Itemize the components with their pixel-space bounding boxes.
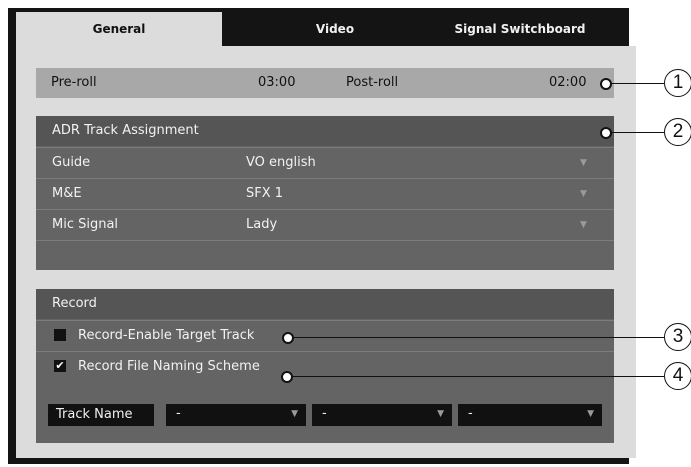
adr-row-mic-signal[interactable]: Mic Signal Lady ▼ [36,209,614,240]
chevron-down-icon: ▼ [437,409,444,419]
preroll-value[interactable]: 03:00 [258,75,295,90]
tab-signal-switchboard[interactable]: Signal Switchboard [420,12,620,46]
callout-2-dot [600,127,612,139]
me-value[interactable]: SFX 1 [246,186,283,201]
postroll-value[interactable]: 02:00 [549,75,586,90]
adr-track-assignment-section: ADR Track Assignment Guide VO english ▼ … [36,116,614,270]
tab-video[interactable]: Video [250,12,420,46]
chevron-down-icon[interactable]: ▼ [580,189,587,199]
mic-signal-value[interactable]: Lady [246,217,277,232]
chevron-down-icon[interactable]: ▼ [580,158,587,168]
callout-1: 1 [664,69,691,97]
preroll-label: Pre-roll [51,75,97,90]
record-enable-target-row[interactable]: Record-Enable Target Track [36,320,614,351]
record-section: Record Record-Enable Target Track ✔ Reco… [36,289,614,443]
callout-4-leader [293,376,664,377]
callout-3-dot [282,332,294,344]
callout-1-leader [612,83,664,84]
tab-general[interactable]: General [16,12,222,46]
adr-empty-row [36,240,614,271]
chevron-down-icon: ▼ [291,409,298,419]
record-enable-target-label[interactable]: Record-Enable Target Track [78,328,254,343]
callout-3-leader [294,337,664,338]
callout-2-leader [612,132,664,133]
track-name-label: Track Name [56,407,133,422]
chevron-down-icon: ▼ [587,409,594,419]
scheme-select-3-value: - [468,406,473,421]
record-section-title: Record [52,296,97,311]
scheme-select-2[interactable]: - ▼ [312,404,452,426]
chevron-down-icon[interactable]: ▼ [580,220,587,230]
record-enable-target-checkbox[interactable] [54,329,66,341]
scheme-select-2-value: - [322,406,327,421]
postroll-label: Post-roll [346,75,399,90]
callout-2: 2 [664,118,691,146]
scheme-select-3[interactable]: - ▼ [458,404,602,426]
scheme-select-1[interactable]: - ▼ [166,404,306,426]
adr-row-guide[interactable]: Guide VO english ▼ [36,147,614,178]
adr-section-header: ADR Track Assignment [36,116,614,146]
callout-1-dot [600,78,612,90]
callout-3: 3 [664,323,691,351]
callout-4: 4 [664,362,691,390]
record-section-header: Record [36,289,614,319]
record-naming-scheme-label[interactable]: Record File Naming Scheme [78,359,260,374]
record-naming-scheme-row[interactable]: ✔ Record File Naming Scheme [36,351,614,382]
adr-section-title: ADR Track Assignment [52,123,199,138]
record-naming-scheme-checkbox[interactable]: ✔ [54,360,66,372]
me-label: M&E [52,186,82,201]
guide-label: Guide [52,155,91,170]
naming-scheme-row: Track Name - ▼ - ▼ - ▼ [48,404,602,426]
guide-value[interactable]: VO english [246,155,316,170]
track-name-field[interactable]: Track Name [48,404,154,426]
preroll-postroll-bar: Pre-roll 03:00 Post-roll 02:00 [36,68,614,98]
scheme-select-1-value: - [176,406,181,421]
callout-4-dot [281,371,293,383]
mic-signal-label: Mic Signal [52,217,119,232]
adr-row-me[interactable]: M&E SFX 1 ▼ [36,178,614,209]
